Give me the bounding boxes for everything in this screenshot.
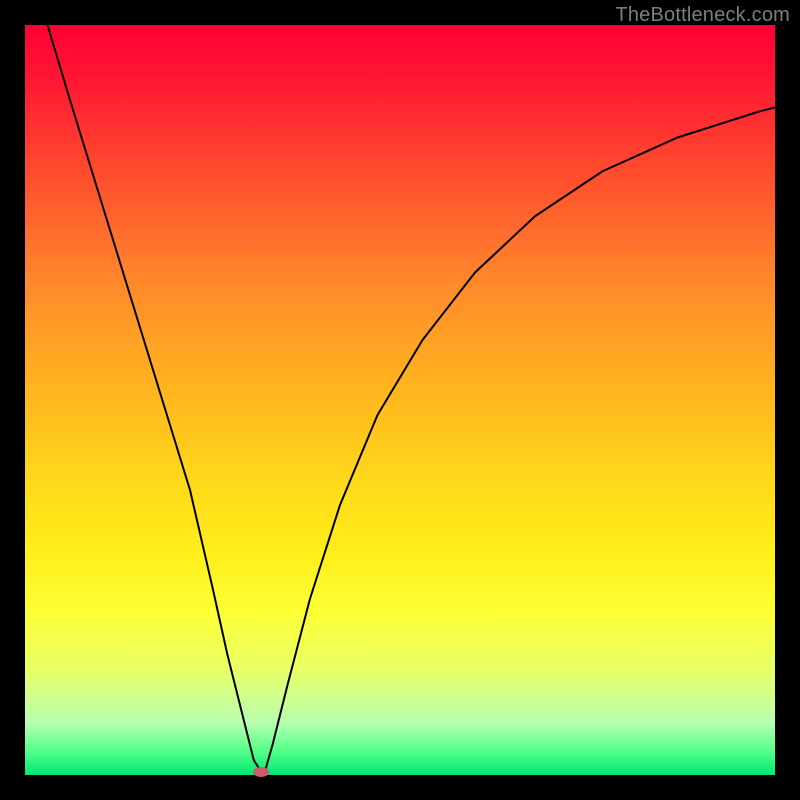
watermark-text: TheBottleneck.com (615, 4, 790, 27)
minimum-marker (253, 767, 269, 777)
bottleneck-curve (25, 25, 775, 775)
plot-area (25, 25, 775, 775)
